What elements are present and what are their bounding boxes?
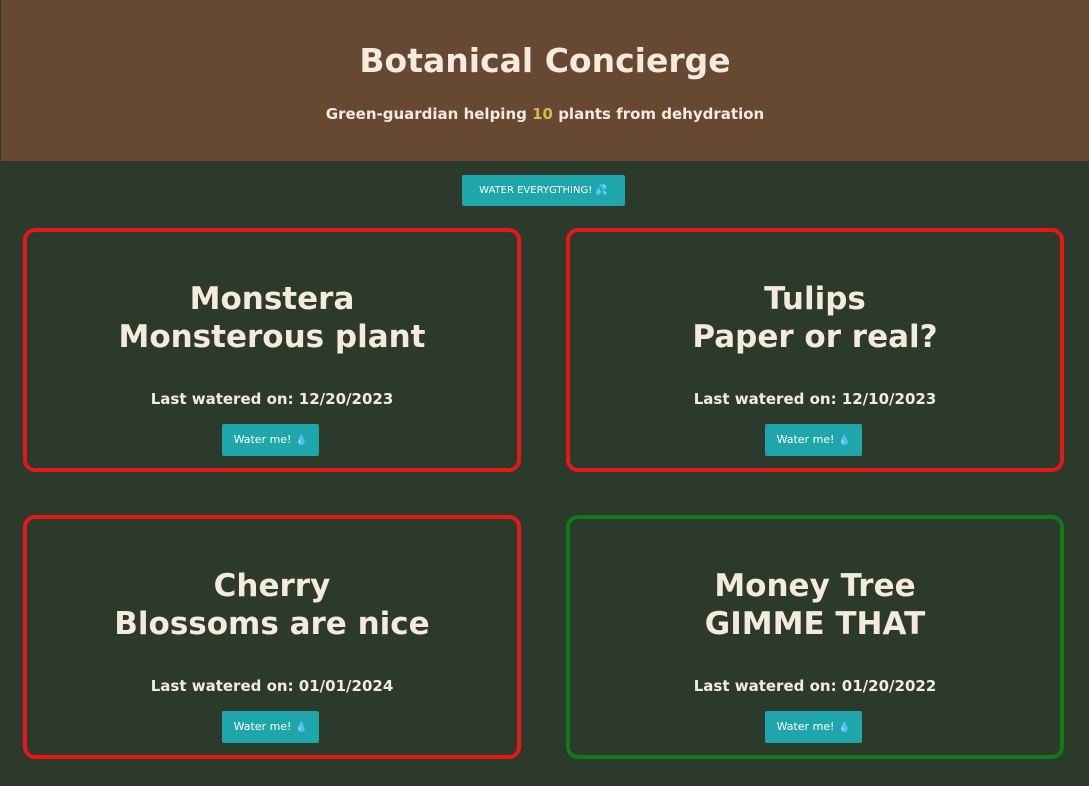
water-everything-label: WATER EVERYGTHING!: [479, 185, 593, 196]
last-watered-label: Last watered on:: [693, 390, 842, 408]
water-me-label: Water me!: [233, 433, 292, 446]
water-drop-icon: 💧: [837, 435, 851, 446]
splash-drops-icon: 💦: [595, 185, 608, 196]
plant-description: Paper or real?: [692, 319, 938, 355]
last-watered: Last watered on: 01/01/2024: [27, 676, 517, 696]
water-me-label: Water me!: [776, 720, 835, 733]
last-watered-date: 12/10/2023: [841, 390, 937, 408]
water-drop-icon: 💧: [294, 435, 308, 446]
subtitle-prefix: Green-guardian helping: [325, 105, 533, 123]
plant-name: Cherry: [213, 568, 331, 604]
last-watered: Last watered on: 12/20/2023: [27, 389, 517, 409]
water-me-label: Water me!: [776, 433, 835, 446]
water-me-button[interactable]: Water me! 💧: [222, 711, 319, 743]
plant-name: Money Tree: [714, 568, 916, 604]
water-everything-button[interactable]: WATER EVERYGTHING! 💦: [462, 175, 625, 206]
plant-card-cherry: Cherry Blossoms are nice Last watered on…: [23, 515, 521, 759]
plant-description: GIMME THAT: [704, 606, 926, 642]
last-watered: Last watered on: 12/10/2023: [570, 389, 1060, 409]
plant-name: Monstera: [189, 281, 355, 317]
plant-card-tulips: Tulips Paper or real? Last watered on: 1…: [566, 228, 1064, 472]
plant-name: Tulips: [764, 281, 866, 317]
water-drop-icon: 💧: [294, 722, 308, 733]
plant-card-money-tree: Money Tree GIMME THAT Last watered on: 0…: [566, 515, 1064, 759]
water-me-button[interactable]: Water me! 💧: [765, 424, 862, 456]
plant-card-monstera: Monstera Monsterous plant Last watered o…: [23, 228, 521, 472]
last-watered-date: 12/20/2023: [298, 390, 394, 408]
app-header: Botanical Concierge Green-guardian helpi…: [1, 0, 1089, 161]
plant-description: Monsterous plant: [118, 319, 426, 355]
last-watered-date: 01/20/2022: [841, 677, 937, 695]
last-watered-label: Last watered on:: [693, 677, 842, 695]
water-me-button[interactable]: Water me! 💧: [765, 711, 862, 743]
subtitle-suffix: plants from dehydration: [552, 105, 765, 123]
plant-count: 10: [532, 105, 553, 123]
water-drop-icon: 💧: [837, 722, 851, 733]
water-me-button[interactable]: Water me! 💧: [222, 424, 319, 456]
app-title: Botanical Concierge: [359, 41, 731, 80]
plant-description: Blossoms are nice: [114, 606, 430, 642]
water-me-label: Water me!: [233, 720, 292, 733]
last-watered-label: Last watered on:: [150, 677, 299, 695]
last-watered: Last watered on: 01/20/2022: [570, 676, 1060, 696]
app-subtitle: Green-guardian helping 10 plants from de…: [1, 104, 1089, 124]
last-watered-date: 01/01/2024: [298, 677, 394, 695]
last-watered-label: Last watered on:: [150, 390, 299, 408]
